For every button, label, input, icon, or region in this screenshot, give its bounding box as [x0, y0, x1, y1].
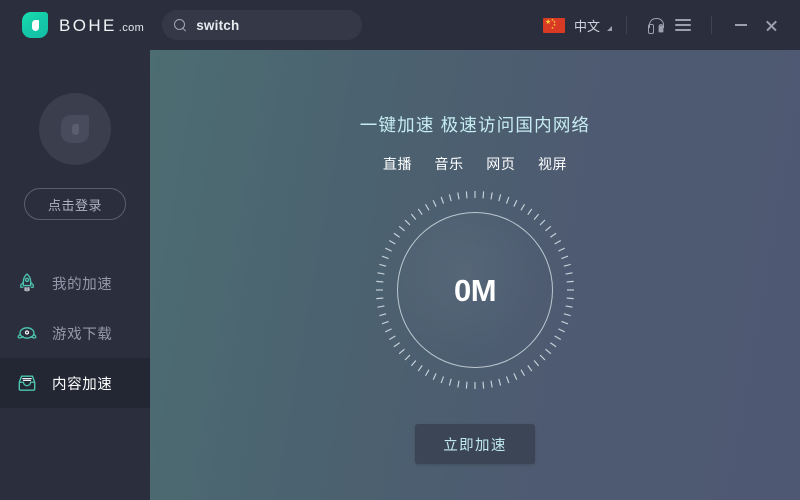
category-link-video[interactable]: 视屏 — [538, 156, 567, 172]
china-flag-icon: ★ ★ ★ ★ ★ — [542, 17, 565, 33]
close-button[interactable] — [756, 10, 786, 40]
dial-speed-value: 0M — [453, 272, 497, 308]
category-link-music[interactable]: 音乐 — [435, 156, 464, 172]
close-icon — [765, 19, 778, 32]
speed-dial: 0M — [375, 190, 575, 390]
titlebar-controls: ★ ★ ★ ★ ★ 中文 — [542, 0, 800, 50]
category-link-live[interactable]: 直播 — [383, 156, 412, 172]
sidebar-item-game-download[interactable]: 游戏下载 — [0, 308, 150, 358]
accelerate-now-button[interactable]: 立即加速 — [415, 424, 535, 464]
game-controller-icon — [17, 327, 37, 339]
main-menu-button[interactable] — [669, 11, 697, 39]
sidebar-nav: 我的加速 游戏下载 内容加速 — [0, 258, 150, 408]
headset-icon — [647, 18, 664, 34]
sidebar-item-label: 我的加速 — [52, 276, 113, 293]
bohe-shield-logo-icon — [22, 12, 48, 38]
language-label: 中文 — [573, 18, 600, 34]
category-link-web[interactable]: 网页 — [486, 156, 515, 172]
logo-suffix: .com — [118, 21, 145, 34]
avatar[interactable] — [39, 93, 111, 165]
minimize-icon — [735, 24, 747, 26]
rocket-icon — [20, 273, 34, 292]
inbox-box-icon — [18, 375, 36, 391]
divider — [626, 16, 627, 34]
app-logo: BOHE .com — [22, 0, 144, 50]
sidebar: 点击登录 我的加速 游戏下载 内容加速 — [0, 50, 150, 500]
headset-button[interactable] — [641, 11, 669, 39]
search-icon — [174, 18, 187, 32]
search-input[interactable]: switch — [162, 10, 363, 40]
page-headline: 一键加速 极速访问国内网络 — [359, 115, 591, 135]
dial-inner-circle: 0M — [397, 212, 553, 368]
sidebar-item-label: 内容加速 — [52, 376, 113, 393]
logo-brand: BOHE — [59, 15, 117, 35]
sidebar-item-label: 游戏下载 — [52, 326, 113, 343]
title-bar: BOHE .com switch ★ ★ ★ ★ ★ 中文 — [0, 0, 800, 50]
language-selector[interactable]: ★ ★ ★ ★ ★ 中文 — [542, 16, 612, 35]
app-window: BOHE .com switch ★ ★ ★ ★ ★ 中文 点击登录 我的加速 … — [0, 0, 800, 500]
divider — [711, 16, 712, 34]
search-value: switch — [196, 17, 240, 33]
main-content: 一键加速 极速访问国内网络 直播 音乐 网页 视屏 0M 立即加速 — [150, 50, 800, 500]
chevron-down-icon — [607, 25, 612, 31]
logo-text: BOHE .com — [59, 17, 144, 34]
sidebar-item-content-acceleration[interactable]: 内容加速 — [0, 358, 150, 408]
minimize-button[interactable] — [726, 10, 756, 40]
sidebar-item-my-acceleration[interactable]: 我的加速 — [0, 258, 150, 308]
login-button[interactable]: 点击登录 — [24, 188, 126, 220]
default-avatar-icon — [61, 115, 89, 143]
category-links: 直播 音乐 网页 视屏 — [150, 154, 800, 174]
hamburger-menu-icon — [675, 19, 691, 31]
